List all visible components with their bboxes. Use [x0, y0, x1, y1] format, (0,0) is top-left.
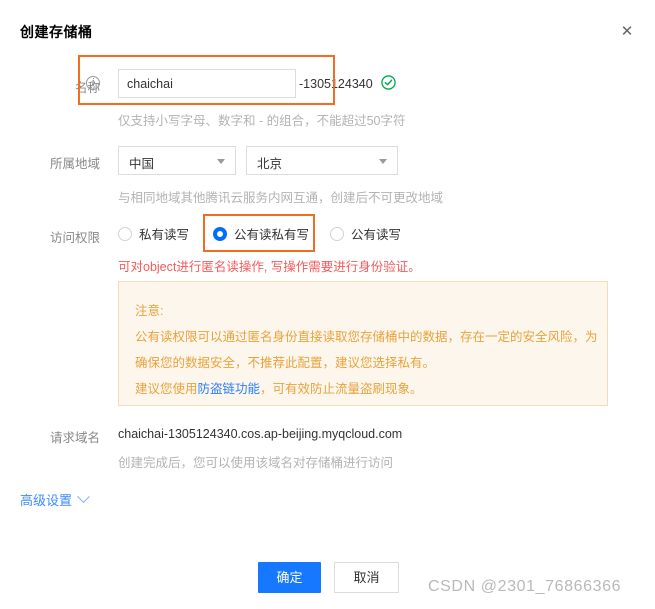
advanced-settings-label: 高级设置 [20, 493, 73, 508]
notice-line-4: 建议您使用防盗链功能，可有效防止流量盗刷现象。 [135, 378, 423, 397]
appid-suffix: -1305124340 [299, 77, 373, 91]
radio-circle-icon [118, 226, 132, 241]
bucket-name-input[interactable] [118, 69, 296, 98]
notice-panel: 注意: 公有读权限可以通过匿名身份直接读取您存储桶中的数据，存在一定的安全风险，… [118, 281, 608, 406]
radio-public-read-private-write[interactable]: 公有读私有写 [213, 224, 309, 243]
watermark: CSDN @2301_76866366 [428, 578, 622, 595]
radio-private-rw[interactable]: 私有读写 [118, 224, 189, 243]
chevron-down-icon [217, 159, 225, 164]
chevron-down-icon [379, 159, 387, 164]
radio-label: 公有读私有写 [234, 228, 310, 242]
notice-line-2: 公有读权限可以通过匿名身份直接读取您存储桶中的数据，存在一定的安全风险，为 [135, 330, 598, 344]
dialog-title: 创建存储桶 [20, 24, 93, 40]
radio-circle-icon [330, 226, 344, 241]
domain-label: 请求域名 [49, 431, 100, 445]
hotlink-protection-link[interactable]: 防盗链功能 [198, 382, 261, 396]
info-icon[interactable]: i [86, 76, 100, 90]
city-select[interactable]: 北京 [246, 146, 398, 175]
notice-line-4-post: ，可有效防止流量盗刷现象。 [260, 382, 423, 396]
country-select[interactable]: 中国 [118, 146, 236, 175]
access-error-text: 可对object进行匿名读操作, 写操作需要进行身份验证。 [118, 260, 421, 274]
city-select-value: 北京 [257, 157, 283, 171]
confirm-button[interactable]: 确定 [258, 562, 321, 593]
check-circle-icon [381, 75, 396, 90]
region-hint: 与相同地域其他腾讯云服务内网互通，创建后不可更改地域 [118, 191, 444, 205]
notice-line-3: 确保您的数据安全，不推荐此配置，建议您选择私有。 [135, 356, 436, 370]
radio-circle-icon [213, 226, 227, 241]
country-select-value: 中国 [129, 157, 155, 171]
radio-label: 公有读写 [351, 228, 402, 242]
domain-hint: 创建完成后，您可以使用该域名对存储桶进行访问 [118, 456, 394, 470]
notice-line-4-pre: 建议您使用 [135, 382, 198, 396]
close-icon[interactable]: ✕ [617, 22, 637, 42]
create-bucket-dialog: 创建存储桶 ✕ 名称 i -1305124340 仅支持小写字母、数字和 - 的… [0, 0, 655, 609]
radio-label: 私有读写 [139, 228, 190, 242]
name-hint: 仅支持小写字母、数字和 - 的组合，不能超过50字符 [118, 114, 406, 128]
region-label: 所属地域 [49, 157, 100, 171]
cancel-button[interactable]: 取消 [334, 562, 399, 593]
domain-value: chaichai-1305124340.cos.ap-beijing.myqcl… [118, 427, 403, 441]
notice-line-1: 注意: [135, 304, 164, 318]
advanced-settings-toggle[interactable]: 高级设置 [20, 490, 90, 509]
access-label: 访问权限 [49, 231, 100, 245]
radio-public-rw[interactable]: 公有读写 [330, 224, 401, 243]
chevron-down-icon [77, 490, 90, 504]
